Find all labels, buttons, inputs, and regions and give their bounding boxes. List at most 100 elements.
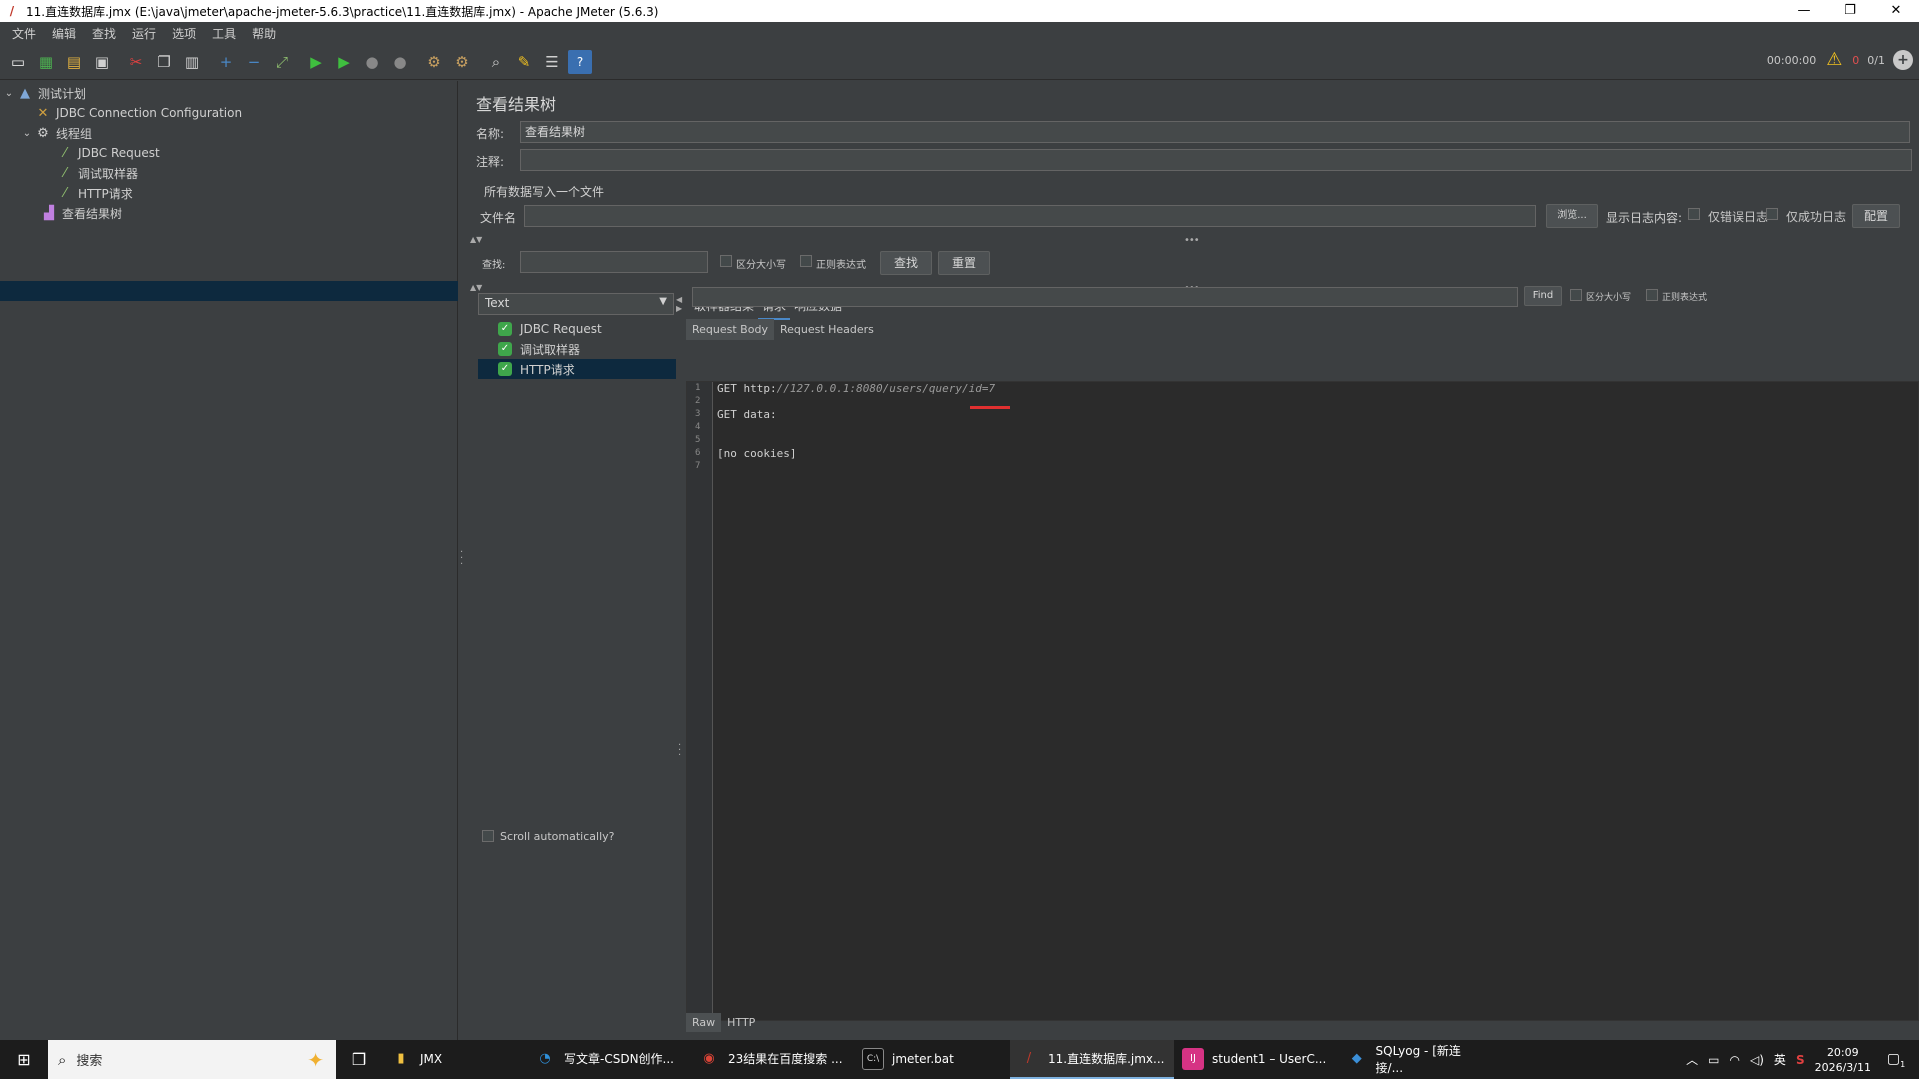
taskbar-clock[interactable]: 20:09 2026/3/11 bbox=[1815, 1045, 1871, 1075]
clear-all-icon[interactable]: ⚙ bbox=[450, 50, 474, 74]
taskbar-app-intellij[interactable]: IJ student1 – UserC... bbox=[1174, 1040, 1338, 1079]
splitter-grip-icon[interactable]: · · · bbox=[678, 741, 681, 761]
comment-label: 注释: bbox=[476, 155, 505, 169]
result-item-http-request[interactable]: ✓ HTTP请求 bbox=[478, 359, 676, 379]
menu-options[interactable]: 选项 bbox=[164, 25, 204, 42]
request-body-editor[interactable]: 1 2 3 4 5 6 7 GET http://127.0.0.1:8080/… bbox=[686, 381, 1919, 1021]
reset-button[interactable]: 重置 bbox=[938, 251, 990, 275]
tree-node-view-results-tree[interactable]: ▟ 查看结果树 bbox=[40, 203, 122, 223]
start-no-pause-icon[interactable]: ▶ bbox=[332, 50, 356, 74]
copy-icon[interactable]: ❐ bbox=[152, 50, 176, 74]
toggle-icon[interactable]: ⤢ bbox=[270, 50, 294, 74]
chevron-down-icon[interactable]: ⌄ bbox=[2, 88, 16, 99]
taskbar-search[interactable]: ⌕ 搜索 ✦ bbox=[48, 1040, 336, 1079]
open-icon[interactable]: ▤ bbox=[62, 50, 86, 74]
body-search-field[interactable] bbox=[692, 287, 1518, 307]
remote-engines-icon[interactable]: + bbox=[1893, 50, 1913, 70]
case-sensitive-checkbox[interactable] bbox=[720, 255, 732, 267]
tree-node-test-plan[interactable]: ⌄ ▲ 测试计划 bbox=[2, 83, 86, 103]
name-field[interactable]: 查看结果树 bbox=[520, 121, 1910, 143]
tree-node-label: HTTP请求 bbox=[78, 186, 133, 201]
result-item-jdbc-request[interactable]: ✓ JDBC Request bbox=[478, 319, 676, 339]
splitter-arrows-icon[interactable]: ◀ ▶ bbox=[676, 295, 682, 313]
battery-icon[interactable]: ▭ bbox=[1708, 1053, 1719, 1067]
menu-search[interactable]: 查找 bbox=[84, 25, 124, 42]
menu-file[interactable]: 文件 bbox=[4, 25, 44, 42]
body-find-button[interactable]: Find bbox=[1524, 286, 1562, 306]
cut-icon[interactable]: ✂ bbox=[124, 50, 148, 74]
wifi-icon[interactable]: ◠ bbox=[1730, 1053, 1740, 1067]
tree-node-debug-sampler[interactable]: ⁄ 调试取样器 bbox=[56, 163, 138, 183]
taskbar-search-placeholder: 搜索 bbox=[76, 1054, 103, 1069]
errors-only-checkbox[interactable] bbox=[1688, 208, 1700, 220]
tree-node-http-request[interactable]: ⁄ HTTP请求 bbox=[56, 183, 133, 203]
search-field[interactable] bbox=[520, 251, 708, 273]
result-item-debug-sampler[interactable]: ✓ 调试取样器 bbox=[478, 339, 676, 359]
configure-button[interactable]: 配置 bbox=[1852, 204, 1900, 228]
templates-icon[interactable]: ▦ bbox=[34, 50, 58, 74]
paste-icon[interactable]: ▥ bbox=[180, 50, 204, 74]
expand-icon[interactable]: + bbox=[214, 50, 238, 74]
menu-edit[interactable]: 编辑 bbox=[44, 25, 84, 42]
body-case-checkbox[interactable] bbox=[1570, 289, 1582, 301]
results-splitter[interactable]: ◀ ▶ · · · bbox=[676, 293, 684, 1033]
regex-checkbox[interactable] bbox=[800, 255, 812, 267]
tab-http[interactable]: HTTP bbox=[721, 1013, 761, 1032]
find-button[interactable]: 查找 bbox=[880, 251, 932, 275]
shutdown-icon[interactable]: ● bbox=[388, 50, 412, 74]
taskbar-app-sqlyog[interactable]: ◆ SQLyog - [新连接/... bbox=[1338, 1040, 1494, 1079]
clear-icon[interactable]: ⚙ bbox=[422, 50, 446, 74]
toolbar: ▭ ▦ ▤ ▣ ✂ ❐ ▥ + − ⤢ ▶ ▶ ● ● ⚙ ⚙ ⌕ ✎ ☰ ? … bbox=[0, 44, 1919, 80]
menu-help[interactable]: 帮助 bbox=[244, 25, 284, 42]
reset-search-icon[interactable]: ✎ bbox=[512, 50, 536, 74]
search-icon[interactable]: ⌕ bbox=[484, 50, 508, 74]
function-helper-icon[interactable]: ☰ bbox=[540, 50, 564, 74]
tree-node-jdbc-config[interactable]: ✕ JDBC Connection Configuration bbox=[34, 103, 243, 123]
windows-start-icon[interactable]: ⊞ bbox=[0, 1040, 48, 1079]
taskbar-app-jmeter[interactable]: / 11.直连数据库.jmx... bbox=[1010, 1040, 1174, 1079]
taskbar-app-jmeter-bat[interactable]: C:\ jmeter.bat bbox=[854, 1040, 1010, 1079]
sogou-icon[interactable]: S bbox=[1796, 1053, 1805, 1067]
success-only-label: 仅成功日志 bbox=[1786, 210, 1847, 224]
chevron-up-icon[interactable]: ︿ bbox=[1686, 1051, 1698, 1068]
comment-field[interactable] bbox=[520, 149, 1912, 171]
write-all-label: 所有数据写入一个文件 bbox=[484, 185, 605, 199]
new-icon[interactable]: ▭ bbox=[6, 50, 30, 74]
splitter-top[interactable]: ▲▼ ••• bbox=[464, 235, 1919, 246]
help-icon[interactable]: ? bbox=[568, 49, 592, 74]
start-icon[interactable]: ▶ bbox=[304, 50, 328, 74]
splitter-grip-icon[interactable]: ••• bbox=[1184, 235, 1200, 246]
chevron-down-icon[interactable]: ⌄ bbox=[20, 128, 34, 139]
scroll-auto-checkbox[interactable] bbox=[482, 830, 494, 842]
tab-request-body[interactable]: Request Body bbox=[686, 319, 774, 340]
tree-node-thread-group[interactable]: ⌄ ⚙ 线程组 bbox=[20, 123, 92, 143]
splitter-arrows-icon[interactable]: ▲▼ bbox=[470, 235, 482, 244]
taskbar-app-jmx-folder[interactable]: ▮ JMX bbox=[382, 1040, 526, 1079]
browse-button[interactable]: 浏览... bbox=[1546, 204, 1598, 228]
splitter-arrows-icon[interactable]: ▲▼ bbox=[470, 283, 482, 292]
taskbar-app-edge[interactable]: ◔ 写文章-CSDN创作... bbox=[526, 1040, 690, 1079]
body-regex-checkbox[interactable] bbox=[1646, 289, 1658, 301]
menu-tools[interactable]: 工具 bbox=[204, 25, 244, 42]
warning-icon[interactable]: ⚠ bbox=[1824, 50, 1844, 70]
success-only-checkbox[interactable] bbox=[1766, 208, 1778, 220]
windows-taskbar: ⊞ ⌕ 搜索 ✦ ❒ ▮ JMX ◔ 写文章-CSDN创作... ◉ 23结果在… bbox=[0, 1040, 1919, 1079]
request-subtabs: Request Body Request Headers bbox=[686, 319, 880, 340]
tab-raw[interactable]: Raw bbox=[686, 1013, 722, 1032]
renderer-select[interactable]: Text ▼ bbox=[478, 293, 674, 315]
close-button[interactable]: ✕ bbox=[1873, 0, 1919, 22]
volume-icon[interactable]: ◁) bbox=[1750, 1053, 1764, 1067]
ime-indicator[interactable]: 英 bbox=[1774, 1051, 1786, 1068]
tab-request-headers[interactable]: Request Headers bbox=[774, 319, 880, 340]
minimize-button[interactable]: — bbox=[1781, 0, 1827, 22]
filename-field[interactable] bbox=[524, 205, 1536, 227]
tree-node-jdbc-request[interactable]: ⁄ JDBC Request bbox=[56, 143, 160, 163]
restore-button[interactable]: ❐ bbox=[1827, 0, 1873, 22]
taskbar-app-chrome[interactable]: ◉ 23结果在百度搜索 ... bbox=[690, 1040, 854, 1079]
menu-run[interactable]: 运行 bbox=[124, 25, 164, 42]
save-icon[interactable]: ▣ bbox=[90, 50, 114, 74]
collapse-icon[interactable]: − bbox=[242, 50, 266, 74]
stop-icon[interactable]: ● bbox=[360, 50, 384, 74]
task-view-icon[interactable]: ❒ bbox=[336, 1040, 382, 1079]
notification-icon[interactable]: ▢1 bbox=[1881, 1051, 1911, 1069]
